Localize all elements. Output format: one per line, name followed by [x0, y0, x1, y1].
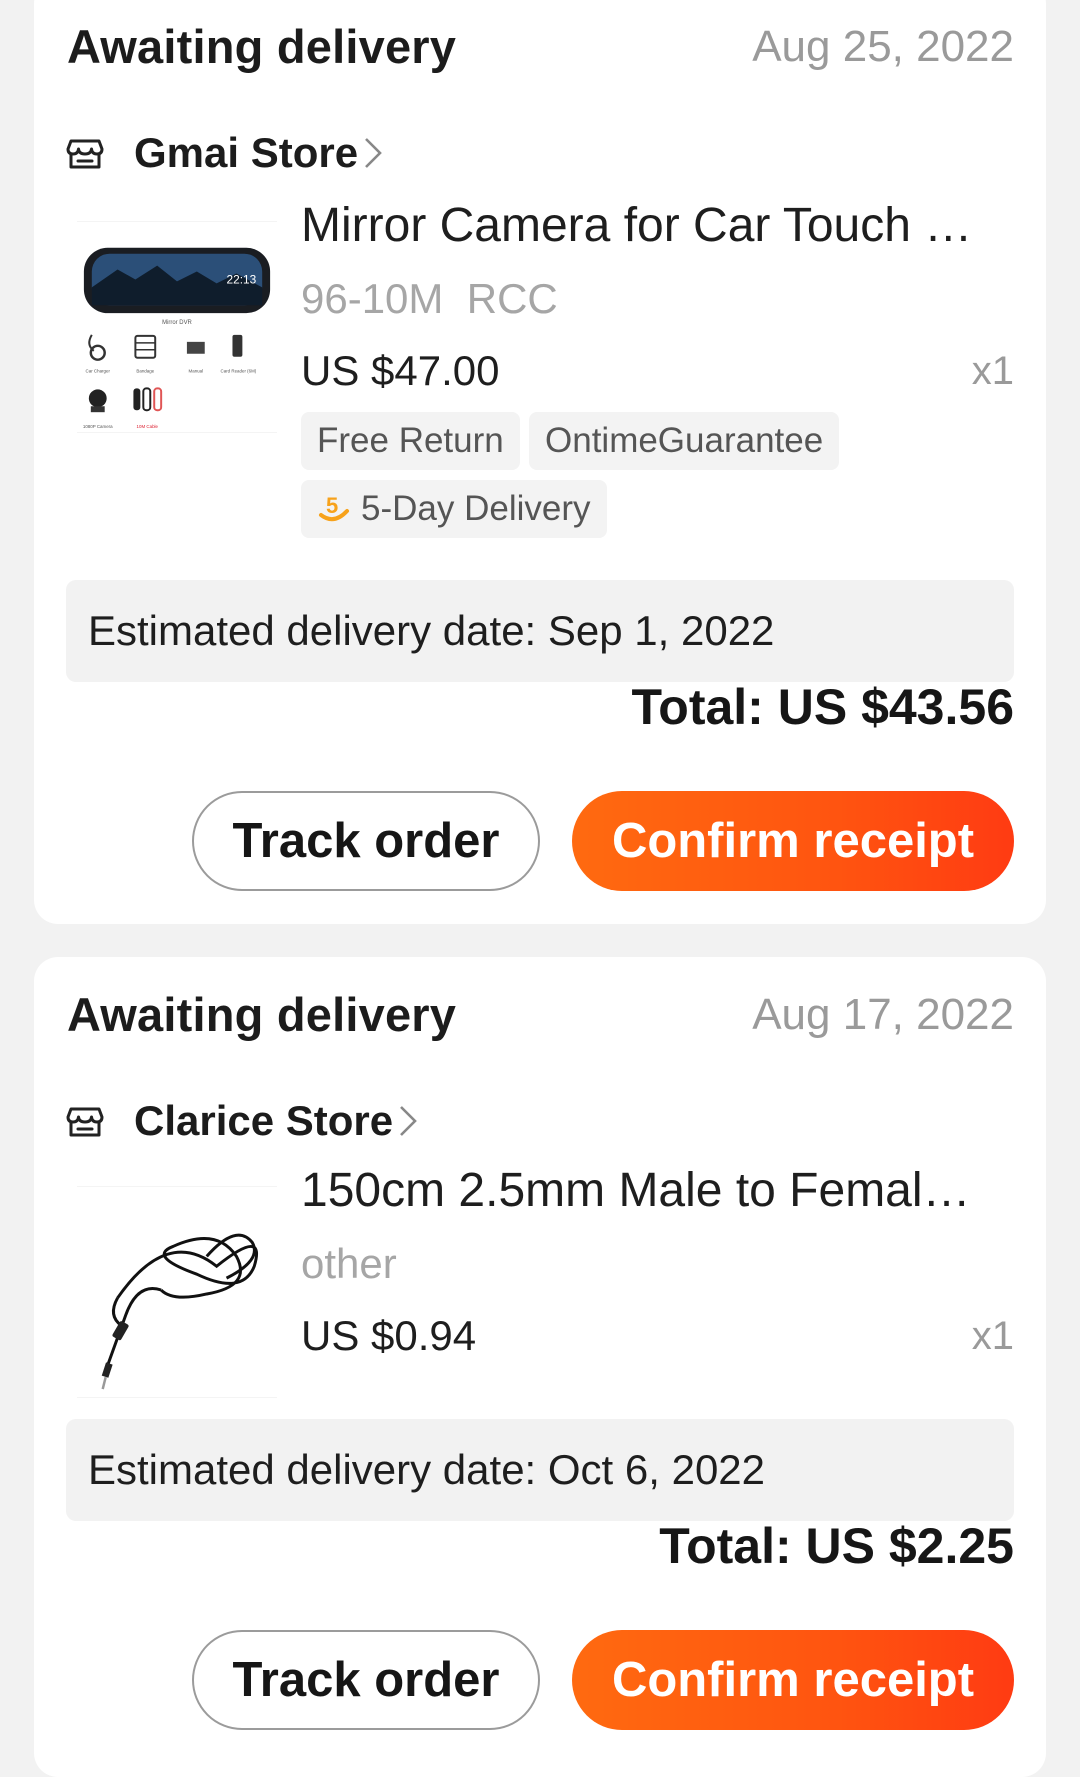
fast-delivery-icon: 5 — [319, 493, 349, 522]
track-order-button[interactable]: Track order — [192, 791, 540, 891]
delivery-speed-label: 5-Day Delivery — [361, 489, 591, 528]
store-icon — [66, 1107, 104, 1137]
product-quantity: x1 — [971, 1314, 1014, 1358]
thumb-caption: 1080P Camera — [83, 424, 113, 429]
thumb-caption: Card Reader (6M) — [221, 369, 257, 374]
free-return-tag: Free Return — [301, 412, 520, 470]
thumb-time: 22:13 — [227, 272, 257, 286]
product-quantity: x1 — [971, 349, 1014, 393]
product-variant: 96-10M RCC — [301, 275, 558, 322]
delivery-speed-tag: 5 5-Day Delivery — [301, 480, 607, 538]
thumb-caption: Mirror DVR — [162, 320, 192, 326]
product-price: US $0.94 — [301, 1312, 477, 1359]
ontime-guarantee-tag: OntimeGuarantee — [529, 412, 840, 470]
product-variant: other — [301, 1240, 397, 1287]
store-link[interactable]: Clarice Store — [65, 1091, 419, 1151]
estimated-delivery: Estimated delivery date: Oct 6, 2022 — [66, 1419, 1014, 1521]
order-card[interactable]: Awaiting delivery Aug 25, 2022 Gmai Stor… — [34, 0, 1046, 924]
audio-cable-product-image — [77, 1187, 277, 1397]
order-card[interactable]: Awaiting delivery Aug 17, 2022 Clarice S… — [34, 957, 1046, 1777]
product-thumbnail[interactable]: 22:13 Mirror DVR Car Charger Bandage Man… — [77, 221, 277, 433]
order-total: Total: US $43.56 — [631, 679, 1014, 735]
mirror-camera-product-image: 22:13 Mirror DVR Car Charger Bandage Man… — [77, 222, 277, 432]
product-price: US $47.00 — [301, 347, 500, 394]
confirm-receipt-button[interactable]: Confirm receipt — [572, 791, 1014, 891]
thumb-caption: Bandage — [136, 369, 154, 374]
store-link[interactable]: Gmai Store — [65, 123, 384, 183]
store-name[interactable]: Gmai Store — [134, 129, 358, 177]
product-title[interactable]: Mirror Camera for Car Touch … — [301, 198, 1011, 253]
svg-text:5: 5 — [326, 493, 338, 518]
thumb-caption: 10M Cable — [137, 424, 159, 429]
order-date: Aug 25, 2022 — [752, 22, 1014, 71]
product-title[interactable]: 150cm 2.5mm Male to Femal… — [301, 1163, 1011, 1218]
store-name[interactable]: Clarice Store — [134, 1097, 393, 1145]
product-thumbnail[interactable] — [77, 1186, 277, 1398]
thumb-caption: Manual — [189, 369, 204, 374]
thumb-caption: Car Charger — [86, 369, 111, 374]
estimated-delivery: Estimated delivery date: Sep 1, 2022 — [66, 580, 1014, 682]
track-order-button[interactable]: Track order — [192, 1630, 540, 1730]
order-date: Aug 17, 2022 — [752, 990, 1014, 1039]
order-status: Awaiting delivery — [67, 20, 457, 73]
order-status: Awaiting delivery — [67, 988, 457, 1041]
store-icon — [66, 139, 104, 169]
chevron-right-icon — [365, 138, 382, 168]
order-total: Total: US $2.25 — [659, 1518, 1014, 1574]
confirm-receipt-button[interactable]: Confirm receipt — [572, 1630, 1014, 1730]
chevron-right-icon — [400, 1106, 417, 1136]
